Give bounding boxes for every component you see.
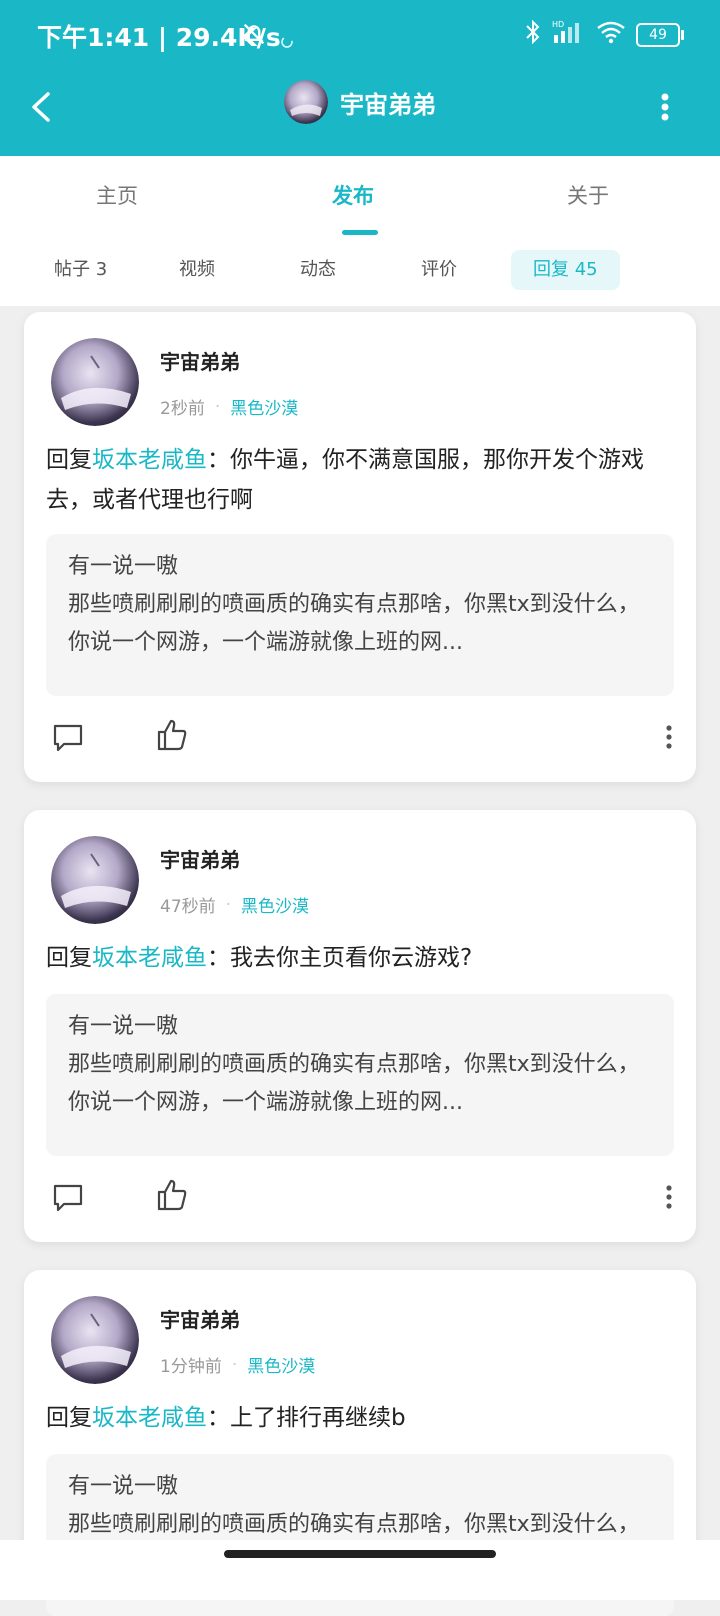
nav-center: 宇宙弟弟 [0,80,720,124]
quoted-comment[interactable]: 有一说一嗷 那些喷刷刷刷的喷画质的确实有点那啥，你黑tx到没什么，你说一个网游，… [46,994,674,1156]
tab-indicator [342,230,378,235]
subtab-videos[interactable]: 视频 [179,250,215,290]
reply-content[interactable]: 回复坂本老咸鱼：上了排行再继续b [46,1398,666,1438]
reply-content[interactable]: 回复坂本老咸鱼：你牛逼，你不满意国服，那你开发个游戏去，或者代理也行啊 [46,440,666,520]
reply-content[interactable]: 回复坂本老咸鱼：我去你主页看你云游戏? [46,938,666,978]
svg-text:HD: HD [552,20,564,29]
post-meta: 2秒前 · 黑色沙漠 [160,394,298,420]
nav-title: 宇宙弟弟 [340,90,436,119]
meta-separator: · [214,396,221,417]
more-menu-button[interactable] [650,84,680,130]
game-tag[interactable]: 黑色沙漠 [247,1352,315,1377]
battery-indicator: 49 [636,23,684,47]
like-button[interactable] [156,718,188,756]
subtab-reviews[interactable]: 评价 [421,250,457,290]
author-avatar[interactable] [51,338,139,426]
post-meta: 1分钟前 · 黑色沙漠 [160,1352,315,1378]
more-vertical-icon [666,725,672,749]
reply-target[interactable]: 坂本老咸鱼 [92,447,207,473]
subtab-moments[interactable]: 动态 [300,250,336,290]
reply-text: ：上了排行再继续b [207,1405,406,1431]
mute-bell-icon [240,20,268,54]
quote-text: 那些喷刷刷刷的喷画质的确实有点那啥，你黑tx到没什么，你说一个网游，一个端游就像… [68,592,640,655]
post-time: 2秒前 [160,399,205,419]
thumbs-up-icon [157,719,187,751]
more-vertical-icon [661,93,669,121]
quote-author: 有一说一嗷 [68,1474,179,1499]
action-bar [24,1174,696,1224]
reply-text: ：我去你主页看你云游戏? [207,945,473,971]
nav-bar: 宇宙弟弟 [0,70,720,156]
tab-about[interactable]: 关于 [567,180,609,210]
home-indicator[interactable] [224,1550,496,1558]
author-avatar[interactable] [51,836,139,924]
post-meta: 47秒前 · 黑色沙漠 [160,892,309,918]
sub-tabs: 帖子 3 视频 动态 评价 回复 45 [0,236,720,306]
quote-author: 有一说一嗷 [68,554,179,579]
author-name[interactable]: 宇宙弟弟 [160,346,240,375]
reply-card[interactable]: 宇宙弟弟 1分钟前 · 黑色沙漠 回复坂本老咸鱼：上了排行再继续b 有一说一嗷 … [24,1270,696,1616]
loading-icon [280,26,294,55]
subtab-replies[interactable]: 回复 45 [511,250,620,290]
quoted-comment[interactable]: 有一说一嗷 那些喷刷刷刷的喷画质的确实有点那啥，你黑tx到没什么，你说一个网游，… [46,534,674,696]
status-icons: HD 49 [524,18,684,52]
author-name[interactable]: 宇宙弟弟 [160,844,240,873]
reply-prefix: 回复 [46,945,92,971]
action-bar [24,714,696,764]
post-time: 47秒前 [160,897,216,917]
main-tabs: 主页 发布 关于 [0,156,720,237]
post-more-button[interactable] [664,1184,674,1214]
gesture-bar-area [0,1540,720,1600]
reply-target[interactable]: 坂本老咸鱼 [92,945,207,971]
app-header: 下午1:41 | 29.4K/s HD 49 宇宙弟弟 [0,0,720,156]
reply-target[interactable]: 坂本老咸鱼 [92,1405,207,1431]
more-vertical-icon [666,1185,672,1209]
game-tag[interactable]: 黑色沙漠 [241,892,309,917]
nav-avatar[interactable] [284,80,328,124]
wifi-icon [596,20,626,50]
subtab-posts[interactable]: 帖子 3 [54,250,107,290]
post-time: 1分钟前 [160,1357,222,1377]
reply-prefix: 回复 [46,1405,92,1431]
bluetooth-icon [524,18,542,52]
reply-card[interactable]: 宇宙弟弟 47秒前 · 黑色沙漠 回复坂本老咸鱼：我去你主页看你云游戏? 有一说… [24,810,696,1242]
status-bar: 下午1:41 | 29.4K/s HD 49 [0,0,720,70]
author-name[interactable]: 宇宙弟弟 [160,1304,240,1333]
comment-button[interactable] [52,1182,84,1218]
quote-text: 那些喷刷刷刷的喷画质的确实有点那啥，你黑tx到没什么，你说一个网游，一个端游就像… [68,1052,640,1115]
like-button[interactable] [156,1178,188,1216]
comment-button[interactable] [52,722,84,758]
reply-prefix: 回复 [46,447,92,473]
author-avatar[interactable] [51,1296,139,1384]
tab-home[interactable]: 主页 [96,180,138,210]
meta-separator: · [231,1354,238,1375]
comment-icon [53,724,83,752]
post-more-button[interactable] [664,724,674,754]
comment-icon [53,1184,83,1212]
reply-card[interactable]: 宇宙弟弟 2秒前 · 黑色沙漠 回复坂本老咸鱼：你牛逼，你不满意国服，那你开发个… [24,312,696,782]
quote-author: 有一说一嗷 [68,1014,179,1039]
tab-publish[interactable]: 发布 [332,180,374,210]
thumbs-up-icon [157,1179,187,1211]
game-tag[interactable]: 黑色沙漠 [230,394,298,419]
meta-separator: · [225,894,232,915]
signal-icon: HD [552,19,586,51]
